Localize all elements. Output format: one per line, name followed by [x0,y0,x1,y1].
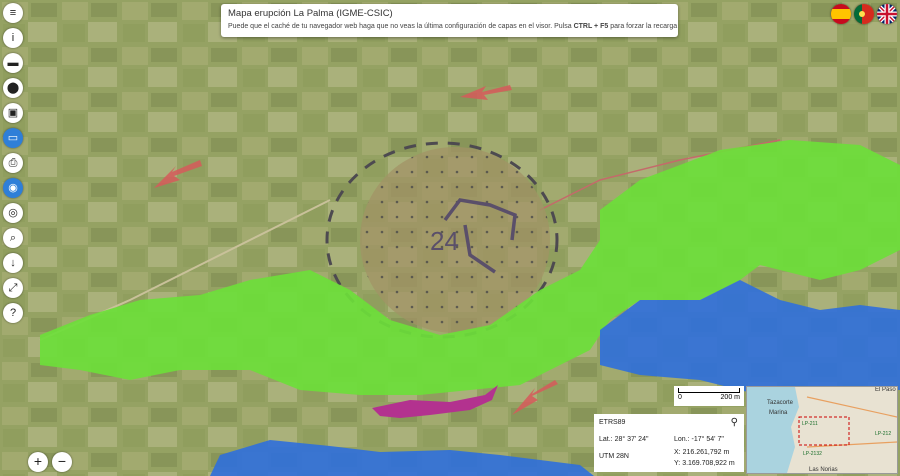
location-pin-icon[interactable]: ⚲ [731,417,738,428]
language-switcher [831,4,897,24]
zoom-out-button[interactable]: − [52,452,72,472]
fullscreen-button[interactable]: ⤢ [3,278,23,298]
longitude-readout: Lon.: -17° 54' 7" [674,436,724,443]
mouse-icon: ◉ [8,181,18,194]
print-button[interactable]: ⎙ [3,153,23,173]
help-icon: ? [9,306,17,319]
layers-button[interactable]: ≡ [3,3,23,23]
location-pin-icon: ⬤ [6,81,20,94]
add-layer-button[interactable]: ▣ [3,103,23,123]
ruler-icon: ▬ [7,56,19,69]
map-title: Mapa erupción La Palma (IGME-CSIC) [228,8,393,19]
location-pin-button[interactable]: ⬤ [3,78,23,98]
download-button[interactable]: ↓ [3,253,23,273]
map-toolbar: ≡ i ▬ ⬤ ▣ ▭ ⎙ ◉ ◎ ⌕ ↓ ⤢? [3,3,23,323]
zoom-box-button[interactable]: ⌕ [3,228,23,248]
svg-text:Las Norias: Las Norias [809,467,838,473]
x-coordinate: X: 216.261,792 m [674,449,730,456]
latitude-readout: Lat.: 28° 37' 24" [599,436,649,443]
map-title-panel: Mapa erupción La Palma (IGME-CSIC) Puede… [221,4,678,37]
utm-zone: UTM 28N [599,453,629,460]
svg-text:Marina: Marina [769,410,788,416]
help-button[interactable]: ? [3,303,23,323]
zoom-box-icon: ⌕ [9,231,17,244]
svg-text:LP-212: LP-212 [875,431,891,437]
info-button[interactable]: i [3,28,23,48]
portuguese-flag-icon[interactable] [854,4,874,24]
print-icon: ⎙ [8,156,18,169]
coordinates-panel: ETRS89 ⚲ Lat.: 28° 37' 24" Lon.: -17° 54… [594,414,744,472]
crater-label: 24 [430,226,459,256]
zoom-in-button[interactable]: + [28,452,48,472]
datum-label: ETRS89 [599,419,626,426]
svg-text:El Paso: El Paso [875,387,896,393]
y-coordinate: Y: 3.169.708,922 m [674,460,735,467]
zoom-controls: + − [28,452,72,472]
minimap-button[interactable]: ▭ [3,128,23,148]
target-button[interactable]: ◎ [3,203,23,223]
layers-icon: ≡ [9,6,17,19]
cache-notice: Puede que el caché de tu navegador web h… [228,23,678,30]
minimap-icon: ▭ [7,131,19,144]
info-icon: i [11,31,15,44]
svg-text:LP-2132: LP-2132 [803,451,822,457]
mouse-button[interactable]: ◉ [3,178,23,198]
download-icon: ↓ [10,256,16,269]
overview-minimap[interactable]: Tazacorte Marina El Paso Las Norias LP-2… [746,386,898,474]
target-icon: ◎ [8,206,18,219]
scale-bar: 0 200 m [674,386,744,406]
svg-text:LP-211: LP-211 [802,421,818,427]
add-layer-icon: ▣ [7,106,19,119]
english-flag-icon[interactable] [877,4,897,24]
ruler-button[interactable]: ▬ [3,53,23,73]
svg-text:Tazacorte: Tazacorte [767,400,794,406]
spanish-flag-icon[interactable] [831,4,851,24]
fullscreen-icon: ⤢ [8,281,18,294]
